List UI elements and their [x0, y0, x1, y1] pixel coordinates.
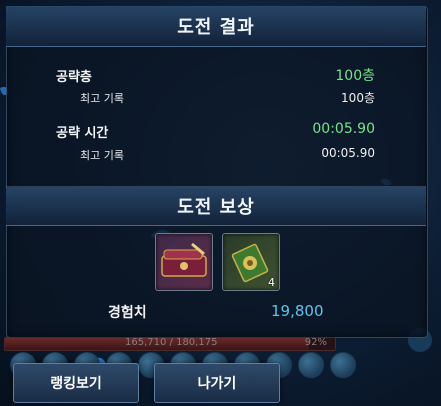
item-count: 4	[268, 276, 275, 289]
time-value: 00:05.90	[312, 121, 375, 137]
floor-best-label: 최고 기록	[80, 92, 124, 105]
skill-orb	[330, 352, 356, 378]
time-best-value: 00:05.90	[321, 146, 375, 160]
floor-value: 100층	[335, 68, 375, 84]
result-panel	[6, 6, 428, 338]
results-header: 도전 결과	[6, 6, 426, 47]
time-best-label: 최고 기록	[80, 149, 124, 162]
exp-label: 경험치	[108, 305, 147, 321]
xp-bar: 165,710 / 180,175 92%	[4, 337, 336, 351]
ranking-button[interactable]: 랭킹보기	[13, 363, 139, 403]
reward-item-chest[interactable]	[155, 233, 213, 291]
rewards-title: 도전 보상	[177, 197, 255, 218]
rewards-header: 도전 보상	[6, 187, 426, 226]
exp-value: 19,800	[271, 302, 324, 320]
skill-orb	[298, 352, 324, 378]
chest-icon	[161, 242, 207, 277]
exit-button[interactable]: 나가기	[154, 363, 280, 403]
xp-bar-text: 165,710 / 180,175	[125, 337, 218, 348]
xp-bar-percent: 92%	[304, 337, 327, 348]
reward-item-scroll[interactable]: 4	[222, 233, 280, 291]
floor-label: 공략층	[56, 70, 92, 85]
floor-best-value: 100층	[341, 91, 375, 105]
time-label: 공략 시간	[56, 126, 109, 141]
results-title: 도전 결과	[177, 17, 255, 38]
